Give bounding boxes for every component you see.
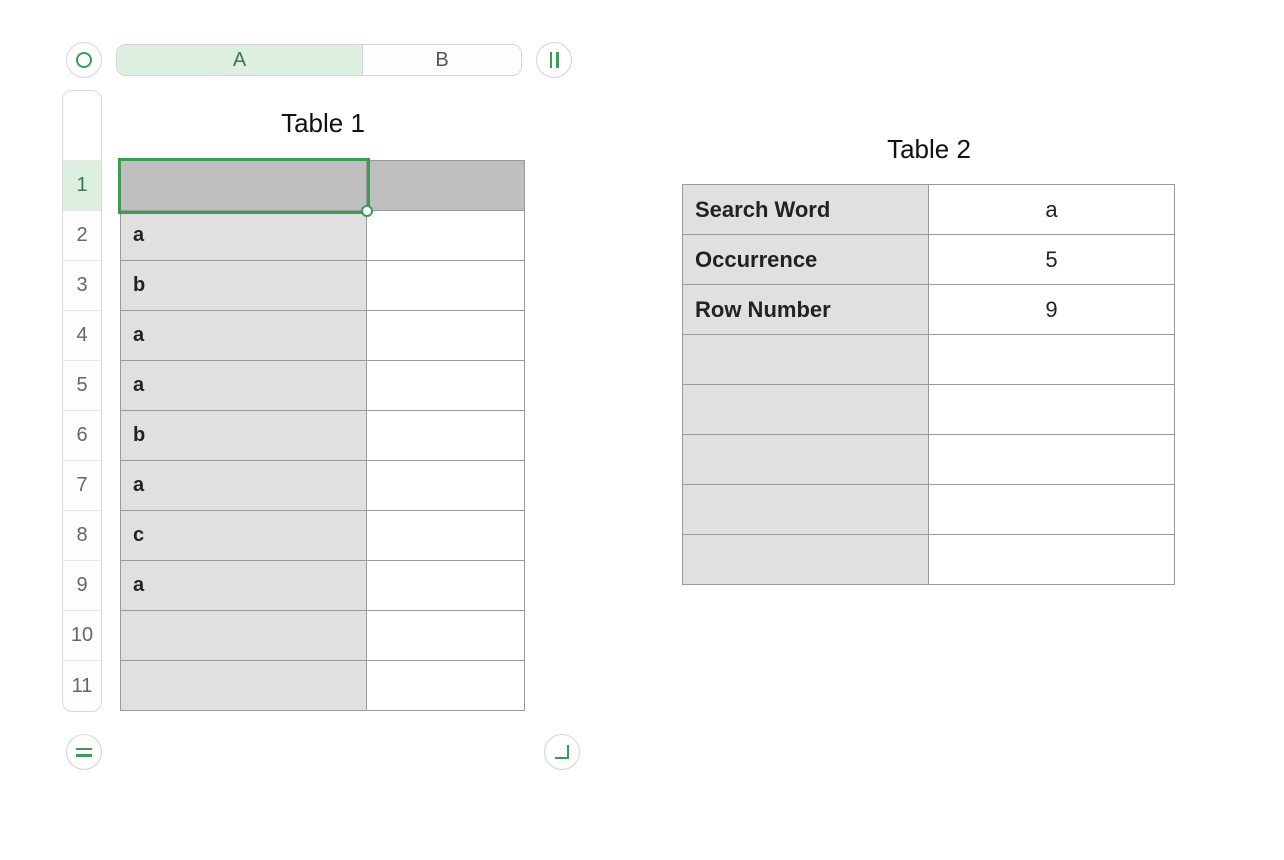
- table2-value[interactable]: [929, 435, 1175, 485]
- rows-icon: [76, 748, 92, 757]
- row-header-1[interactable]: 1: [63, 161, 101, 211]
- table-row: a: [121, 211, 525, 261]
- table-row: [121, 161, 525, 211]
- table2-label[interactable]: [683, 435, 929, 485]
- row-header-spacer: [63, 91, 101, 161]
- table2: Search Word a Occurrence 5 Row Number 9: [682, 184, 1175, 585]
- table-row: a: [121, 361, 525, 411]
- table2-label[interactable]: [683, 385, 929, 435]
- row-header-6[interactable]: 6: [63, 411, 101, 461]
- column-headers: A B: [116, 44, 522, 76]
- row-header-9[interactable]: 9: [63, 561, 101, 611]
- table2-label[interactable]: [683, 535, 929, 585]
- table-row: [683, 435, 1175, 485]
- table2-label[interactable]: Row Number: [683, 285, 929, 335]
- table-row: Occurrence 5: [683, 235, 1175, 285]
- table-row: b: [121, 411, 525, 461]
- table2-value[interactable]: [929, 485, 1175, 535]
- column-header-A[interactable]: A: [117, 45, 363, 75]
- table-row: b: [121, 261, 525, 311]
- table2-label[interactable]: Occurrence: [683, 235, 929, 285]
- table2-value[interactable]: [929, 535, 1175, 585]
- cell-B9[interactable]: [367, 561, 525, 611]
- table2-value[interactable]: 5: [929, 235, 1175, 285]
- cell-B7[interactable]: [367, 461, 525, 511]
- table2-label[interactable]: [683, 335, 929, 385]
- cell-A6[interactable]: b: [121, 411, 367, 461]
- table-row: c: [121, 511, 525, 561]
- cell-B4[interactable]: [367, 311, 525, 361]
- cell-A2[interactable]: a: [121, 211, 367, 261]
- cell-B2[interactable]: [367, 211, 525, 261]
- table-row: a: [121, 561, 525, 611]
- row-header-4[interactable]: 4: [63, 311, 101, 361]
- table2-label[interactable]: [683, 485, 929, 535]
- row-header-8[interactable]: 8: [63, 511, 101, 561]
- cell-A1[interactable]: [121, 161, 367, 211]
- table2-title[interactable]: Table 2: [682, 134, 1176, 165]
- row-header-2[interactable]: 2: [63, 211, 101, 261]
- table-row: a: [121, 311, 525, 361]
- cell-A11[interactable]: [121, 661, 367, 711]
- resize-corner-icon: [555, 745, 569, 759]
- table2-value[interactable]: a: [929, 185, 1175, 235]
- table-row: [121, 661, 525, 711]
- table2-value[interactable]: [929, 335, 1175, 385]
- cell-A7[interactable]: a: [121, 461, 367, 511]
- cell-B10[interactable]: [367, 611, 525, 661]
- table1: a b a a b a c a: [120, 160, 525, 711]
- cell-B3[interactable]: [367, 261, 525, 311]
- table2-value[interactable]: [929, 385, 1175, 435]
- row-header-5[interactable]: 5: [63, 361, 101, 411]
- table2-value[interactable]: 9: [929, 285, 1175, 335]
- cell-A9[interactable]: a: [121, 561, 367, 611]
- table-row: Search Word a: [683, 185, 1175, 235]
- table-row: [683, 335, 1175, 385]
- table2-label[interactable]: Search Word: [683, 185, 929, 235]
- row-header-11[interactable]: 11: [63, 661, 101, 711]
- table-row: [683, 385, 1175, 435]
- table-row: [683, 485, 1175, 535]
- table-row: Row Number 9: [683, 285, 1175, 335]
- cell-A5[interactable]: a: [121, 361, 367, 411]
- table-row: [121, 611, 525, 661]
- resize-table-button[interactable]: [544, 734, 580, 770]
- circle-icon: [76, 52, 92, 68]
- cell-A3[interactable]: b: [121, 261, 367, 311]
- row-headers: 1 2 3 4 5 6 7 8 9 10 11: [62, 90, 102, 712]
- cell-A8[interactable]: c: [121, 511, 367, 561]
- cell-B11[interactable]: [367, 661, 525, 711]
- table-row: [683, 535, 1175, 585]
- add-column-button[interactable]: [536, 42, 572, 78]
- cell-B1[interactable]: [367, 161, 525, 211]
- table-row: a: [121, 461, 525, 511]
- columns-icon: [550, 52, 559, 68]
- add-row-button[interactable]: [66, 734, 102, 770]
- cell-B5[interactable]: [367, 361, 525, 411]
- row-header-3[interactable]: 3: [63, 261, 101, 311]
- cell-A10[interactable]: [121, 611, 367, 661]
- cell-B8[interactable]: [367, 511, 525, 561]
- table-origin-button[interactable]: [66, 42, 102, 78]
- cell-A4[interactable]: a: [121, 311, 367, 361]
- row-header-7[interactable]: 7: [63, 461, 101, 511]
- table1-title[interactable]: Table 1: [120, 108, 526, 139]
- column-header-B[interactable]: B: [363, 45, 521, 75]
- cell-B6[interactable]: [367, 411, 525, 461]
- row-header-10[interactable]: 10: [63, 611, 101, 661]
